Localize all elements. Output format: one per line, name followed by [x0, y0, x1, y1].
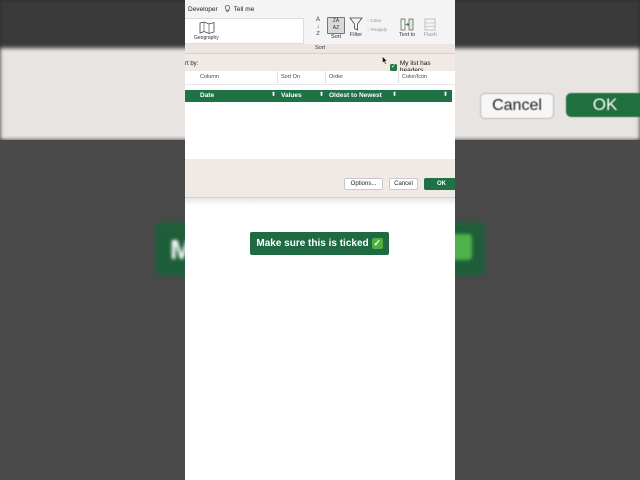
tab-developer[interactable]: Developer [188, 6, 218, 13]
sort-az-button[interactable]: A ↓ Z [313, 17, 323, 37]
instruction-caption: Make sure this is ticked ✓ [250, 232, 389, 255]
ok-button[interactable]: OK [424, 178, 455, 190]
check-mark-icon: ✓ [371, 238, 383, 249]
sort-levels-list [185, 103, 455, 159]
header-divider [398, 71, 399, 83]
sort-on-select[interactable]: Values [281, 92, 302, 99]
tell-me[interactable]: Tell me [224, 5, 255, 13]
tell-me-label: Tell me [233, 5, 255, 13]
dialog-footer: Options... Cancel OK [185, 159, 455, 198]
dialog-header: rt by: ✓ My list has headers [185, 54, 455, 74]
filter-label: Filter [349, 32, 363, 38]
sort-button[interactable]: ZA AZ Sort [327, 17, 345, 40]
header-order: Order [329, 74, 344, 80]
sort-by-label: rt by: [185, 61, 199, 67]
flash-fill-button[interactable]: Flash [423, 17, 437, 38]
bg-ok-button: OK [566, 93, 640, 117]
geography-label: Geography [194, 35, 219, 41]
chevron-updown-icon: ⬍ [271, 92, 277, 98]
bg-cancel-button: Cancel [480, 93, 554, 119]
video-panel: Developer Tell me Geography A ↓ Z ZA AZ So… [185, 0, 455, 480]
dialog-title: Sort [185, 44, 455, 54]
sort-column-header: Column Sort On Order Color/Icon [185, 71, 455, 85]
header-sort-on: Sort On [281, 74, 300, 80]
cancel-button[interactable]: Cancel [389, 178, 418, 190]
filter-icon [349, 17, 363, 31]
sort-level-row[interactable]: Date ⬍ Values ⬍ Oldest to Newest ⬍ ⬍ [185, 90, 452, 102]
ribbon: Developer Tell me Geography A ↓ Z ZA AZ So… [185, 0, 455, 45]
mouse-cursor-icon [382, 56, 388, 65]
options-button[interactable]: Options... [344, 178, 383, 190]
clear-button[interactable]: Clear [367, 18, 387, 24]
caption-text: Make sure this is ticked [256, 238, 369, 249]
text-to-label: Text to [399, 32, 416, 38]
header-column: Column [200, 74, 219, 80]
column-select[interactable]: Date [200, 92, 214, 99]
reapply-button[interactable]: Reapply [367, 27, 388, 33]
dialog-shadow [185, 198, 455, 206]
sort-filter-group: A↓ Z ZAAZ Sort Filter Clear Reapply Text… [313, 17, 437, 43]
checkbox-checked-icon: ✓ [390, 63, 397, 71]
ribbon-tabs: Developer Tell me [188, 3, 254, 15]
flash-fill-icon [424, 18, 436, 31]
chevron-updown-icon: ⬍ [392, 92, 398, 98]
chevron-updown-icon: ⬍ [319, 92, 325, 98]
clear-reapply-list: Clear Reapply [367, 18, 388, 33]
header-color-icon: Color/Icon [402, 74, 428, 80]
sort-label: Sort [330, 34, 342, 40]
az-label: Z [316, 31, 320, 37]
text-to-columns-icon [400, 18, 414, 31]
geography-group[interactable]: Geography [185, 18, 304, 44]
sort-icon: ZA AZ [327, 17, 345, 34]
flash-label: Flash [423, 32, 437, 38]
header-divider [277, 71, 278, 83]
map-icon [199, 21, 215, 34]
az-sort-icon: A ↓ [315, 17, 320, 30]
lightbulb-icon [224, 5, 230, 13]
chevron-updown-icon: ⬍ [443, 92, 449, 98]
header-divider [325, 71, 326, 83]
order-select[interactable]: Oldest to Newest [329, 92, 382, 99]
text-to-columns-button[interactable]: Text to [399, 17, 415, 38]
filter-button[interactable]: Filter [349, 17, 363, 38]
